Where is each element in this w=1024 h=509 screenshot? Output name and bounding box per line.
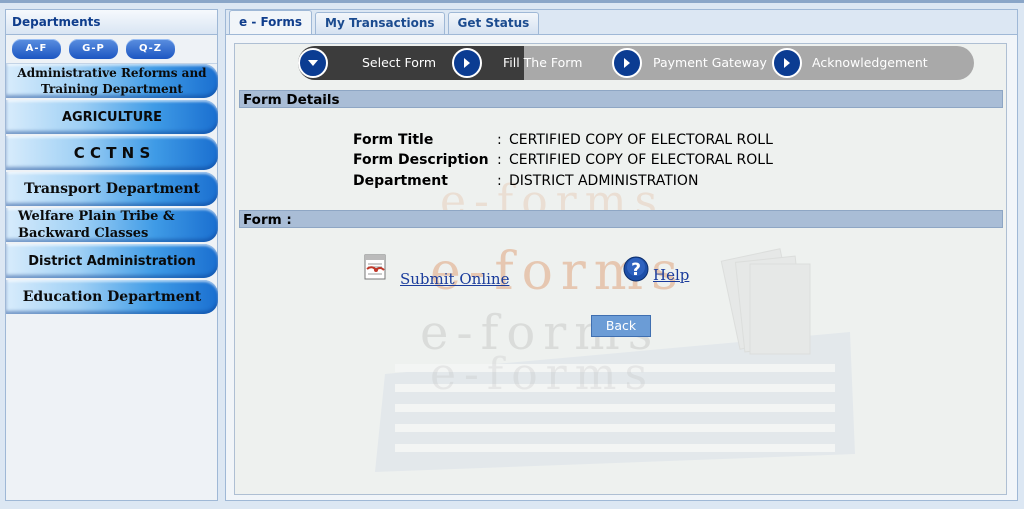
chevron-down-icon: [298, 48, 328, 78]
sidebar-item-label: AGRICULTURE: [61, 109, 163, 125]
tab-strip: e - Forms My Transactions Get Status: [226, 10, 1017, 35]
detail-separator: :: [497, 152, 502, 168]
detail-value: DISTRICT ADMINISTRATION: [509, 173, 699, 189]
watermark-text: e-forms: [430, 349, 655, 400]
detail-value: CERTIFIED COPY OF ELECTORAL ROLL: [509, 152, 773, 168]
back-button[interactable]: Back: [591, 315, 651, 337]
step-fill-the-form: Fill The Form: [503, 55, 583, 70]
step-select-form: Select Form: [362, 55, 437, 70]
sidebar-title: Departments: [6, 10, 217, 35]
detail-separator: :: [497, 173, 502, 189]
e-forms-watermark: e-forms e-forms e-forms e-forms: [375, 176, 855, 472]
alpha-filter-row: A-F G-P Q-Z: [6, 35, 217, 64]
chevron-right-icon: [612, 48, 642, 78]
detail-row-form-description: Form Description: CERTIFIED COPY OF ELECT…: [353, 150, 773, 170]
sidebar-item-transport[interactable]: Transport Department: [6, 172, 218, 206]
sidebar-item-agriculture[interactable]: AGRICULTURE: [6, 100, 218, 134]
detail-value: CERTIFIED COPY OF ELECTORAL ROLL: [509, 132, 773, 148]
help-link[interactable]: Help: [653, 266, 689, 284]
sidebar-item-label: Training Department: [41, 82, 183, 96]
detail-label: Form Description: [353, 152, 489, 168]
detail-separator: :: [497, 132, 502, 148]
submit-online-link[interactable]: Submit Online: [400, 270, 509, 288]
detail-row-form-title: Form Title: CERTIFIED COPY OF ELECTORAL R…: [353, 130, 773, 150]
sidebar-item-district-administration[interactable]: District Administration: [6, 244, 218, 278]
sidebar-item-welfare-plain-tribe[interactable]: Welfare Plain Tribe & Backward Classes: [6, 208, 218, 242]
step-progress-bar: Select Form Fill The Form Payment Gatewa…: [298, 46, 974, 80]
departments-sidebar: Departments A-F G-P Q-Z Administrative R…: [5, 9, 218, 501]
tab-my-transactions[interactable]: My Transactions: [315, 12, 445, 34]
sidebar-item-label: Administrative Reforms and: [17, 66, 207, 80]
step-payment-gateway: Payment Gateway: [653, 55, 767, 70]
sidebar-item-label: C C T N S: [73, 144, 151, 162]
chevron-right-icon: [452, 48, 482, 78]
tab-e-forms[interactable]: e - Forms: [229, 10, 312, 34]
form-content: e-forms e-forms e-forms e-forms Select F…: [234, 43, 1007, 495]
form-section-heading: Form :: [239, 210, 1003, 228]
step-acknowledgement: Acknowledgement: [812, 55, 928, 70]
detail-row-department: Department: DISTRICT ADMINISTRATION: [353, 171, 698, 191]
form-details-heading: Form Details: [239, 90, 1003, 108]
sidebar-item-administrative-reforms[interactable]: Administrative Reforms and Training Depa…: [6, 64, 218, 98]
top-border: [0, 0, 1024, 3]
alpha-filter-q-z-button[interactable]: Q-Z: [126, 39, 175, 59]
chevron-right-icon: [772, 48, 802, 78]
sidebar-item-cctns[interactable]: C C T N S: [6, 136, 218, 170]
sidebar-item-label: Education Department: [22, 289, 202, 305]
help-icon[interactable]: ?: [623, 256, 649, 286]
main-panel: e - Forms My Transactions Get Status e-f…: [225, 9, 1018, 501]
alpha-filter-a-f-button[interactable]: A-F: [12, 39, 61, 59]
sidebar-item-education[interactable]: Education Department: [6, 280, 218, 314]
alpha-filter-g-p-button[interactable]: G-P: [69, 39, 118, 59]
detail-label: Form Title: [353, 132, 434, 148]
sidebar-item-label: Transport Department: [24, 181, 200, 197]
tab-get-status[interactable]: Get Status: [447, 12, 540, 34]
submit-online-icon[interactable]: [363, 253, 389, 285]
sidebar-item-label: Welfare Plain Tribe &: [18, 209, 175, 224]
sidebar-item-label: District Administration: [28, 253, 196, 269]
sidebar-item-label: Backward Classes: [18, 226, 149, 241]
detail-label: Department: [353, 173, 448, 189]
svg-text:?: ?: [631, 260, 641, 280]
